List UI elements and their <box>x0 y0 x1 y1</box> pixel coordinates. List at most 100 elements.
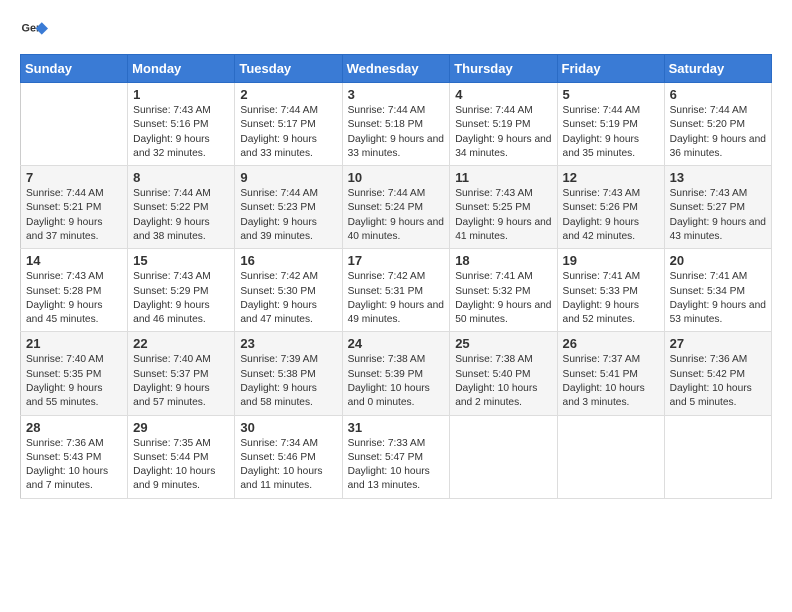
cell-content: Sunrise: 7:38 AMSunset: 5:40 PMDaylight:… <box>455 353 551 410</box>
cell-content: Sunrise: 7:33 AMSunset: 5:47 PMDaylight:… <box>348 437 445 494</box>
day-number: 7 <box>26 170 122 185</box>
day-number: 4 <box>455 87 551 102</box>
calendar-cell: 18 Sunrise: 7:41 AMSunset: 5:32 PMDayligh… <box>450 249 557 332</box>
calendar-cell: 16 Sunrise: 7:42 AMSunset: 5:30 PMDayligh… <box>235 249 342 332</box>
calendar-week-row: 1 Sunrise: 7:43 AMSunset: 5:16 PMDaylight… <box>21 83 772 166</box>
cell-content: Sunrise: 7:44 AMSunset: 5:19 PMDaylight:… <box>455 104 551 161</box>
calendar-cell: 31Sunrise: 7:33 AMSunset: 5:47 PMDayligh… <box>342 415 450 498</box>
calendar-cell <box>450 415 557 498</box>
cell-content: Sunrise: 7:35 AMSunset: 5:44 PMDaylight:… <box>133 437 229 494</box>
day-number: 10 <box>348 170 445 185</box>
day-number: 15 <box>133 253 229 268</box>
calendar-cell: 9 Sunrise: 7:44 AMSunset: 5:23 PMDaylight… <box>235 166 342 249</box>
day-number: 2 <box>240 87 336 102</box>
logo-icon: Gen <box>20 16 48 44</box>
day-number: 24 <box>348 336 445 351</box>
day-number: 25 <box>455 336 551 351</box>
day-number: 30 <box>240 420 336 435</box>
cell-content: Sunrise: 7:41 AMSunset: 5:33 PMDaylight:… <box>563 270 659 327</box>
calendar-cell: 19 Sunrise: 7:41 AMSunset: 5:33 PMDayligh… <box>557 249 664 332</box>
cell-content: Sunrise: 7:36 AMSunset: 5:43 PMDaylight:… <box>26 437 122 494</box>
calendar-cell: 7 Sunrise: 7:44 AMSunset: 5:21 PMDaylight… <box>21 166 128 249</box>
calendar-cell: 27 Sunrise: 7:36 AMSunset: 5:42 PMDayligh… <box>664 332 771 415</box>
calendar-cell: 3 Sunrise: 7:44 AMSunset: 5:18 PMDaylight… <box>342 83 450 166</box>
day-number: 17 <box>348 253 445 268</box>
col-header-monday: Monday <box>128 55 235 83</box>
cell-content: Sunrise: 7:37 AMSunset: 5:41 PMDaylight:… <box>563 353 659 410</box>
cell-content: Sunrise: 7:44 AMSunset: 5:21 PMDaylight:… <box>26 187 122 244</box>
logo: Gen <box>20 16 52 44</box>
calendar-cell: 15 Sunrise: 7:43 AMSunset: 5:29 PMDayligh… <box>128 249 235 332</box>
cell-content: Sunrise: 7:44 AMSunset: 5:20 PMDaylight:… <box>670 104 766 161</box>
day-number: 22 <box>133 336 229 351</box>
day-number: 23 <box>240 336 336 351</box>
day-number: 9 <box>240 170 336 185</box>
calendar-cell <box>21 83 128 166</box>
day-number: 20 <box>670 253 766 268</box>
calendar-cell: 1 Sunrise: 7:43 AMSunset: 5:16 PMDaylight… <box>128 83 235 166</box>
cell-content: Sunrise: 7:43 AMSunset: 5:27 PMDaylight:… <box>670 187 766 244</box>
col-header-tuesday: Tuesday <box>235 55 342 83</box>
day-number: 12 <box>563 170 659 185</box>
day-number: 13 <box>670 170 766 185</box>
day-number: 1 <box>133 87 229 102</box>
calendar-cell: 11 Sunrise: 7:43 AMSunset: 5:25 PMDayligh… <box>450 166 557 249</box>
cell-content: Sunrise: 7:44 AMSunset: 5:23 PMDaylight:… <box>240 187 336 244</box>
day-number: 3 <box>348 87 445 102</box>
calendar-week-row: 14 Sunrise: 7:43 AMSunset: 5:28 PMDayligh… <box>21 249 772 332</box>
cell-content: Sunrise: 7:44 AMSunset: 5:24 PMDaylight:… <box>348 187 445 244</box>
day-number: 19 <box>563 253 659 268</box>
cell-content: Sunrise: 7:40 AMSunset: 5:37 PMDaylight:… <box>133 353 229 410</box>
calendar-cell: 20 Sunrise: 7:41 AMSunset: 5:34 PMDayligh… <box>664 249 771 332</box>
page-header: Gen <box>20 16 772 44</box>
calendar-cell: 6 Sunrise: 7:44 AMSunset: 5:20 PMDaylight… <box>664 83 771 166</box>
day-number: 26 <box>563 336 659 351</box>
day-number: 11 <box>455 170 551 185</box>
calendar-cell: 17Sunrise: 7:42 AMSunset: 5:31 PMDayligh… <box>342 249 450 332</box>
calendar-cell: 14 Sunrise: 7:43 AMSunset: 5:28 PMDayligh… <box>21 249 128 332</box>
calendar-cell: 29 Sunrise: 7:35 AMSunset: 5:44 PMDayligh… <box>128 415 235 498</box>
cell-content: Sunrise: 7:41 AMSunset: 5:34 PMDaylight:… <box>670 270 766 327</box>
cell-content: Sunrise: 7:39 AMSunset: 5:38 PMDaylight:… <box>240 353 336 410</box>
calendar-week-row: 7 Sunrise: 7:44 AMSunset: 5:21 PMDaylight… <box>21 166 772 249</box>
calendar-cell: 8 Sunrise: 7:44 AMSunset: 5:22 PMDaylight… <box>128 166 235 249</box>
day-number: 16 <box>240 253 336 268</box>
cell-content: Sunrise: 7:36 AMSunset: 5:42 PMDaylight:… <box>670 353 766 410</box>
day-number: 28 <box>26 420 122 435</box>
calendar-header-row: SundayMondayTuesdayWednesdayThursdayFrid… <box>21 55 772 83</box>
cell-content: Sunrise: 7:43 AMSunset: 5:26 PMDaylight:… <box>563 187 659 244</box>
day-number: 18 <box>455 253 551 268</box>
cell-content: Sunrise: 7:43 AMSunset: 5:16 PMDaylight:… <box>133 104 229 161</box>
cell-content: Sunrise: 7:43 AMSunset: 5:29 PMDaylight:… <box>133 270 229 327</box>
day-number: 6 <box>670 87 766 102</box>
cell-content: Sunrise: 7:43 AMSunset: 5:28 PMDaylight:… <box>26 270 122 327</box>
day-number: 21 <box>26 336 122 351</box>
calendar-week-row: 21Sunrise: 7:40 AMSunset: 5:35 PMDayligh… <box>21 332 772 415</box>
day-number: 29 <box>133 420 229 435</box>
cell-content: Sunrise: 7:44 AMSunset: 5:19 PMDaylight:… <box>563 104 659 161</box>
calendar-cell: 13 Sunrise: 7:43 AMSunset: 5:27 PMDayligh… <box>664 166 771 249</box>
cell-content: Sunrise: 7:44 AMSunset: 5:22 PMDaylight:… <box>133 187 229 244</box>
calendar-week-row: 28 Sunrise: 7:36 AMSunset: 5:43 PMDayligh… <box>21 415 772 498</box>
calendar-cell: 4 Sunrise: 7:44 AMSunset: 5:19 PMDaylight… <box>450 83 557 166</box>
calendar-cell: 12 Sunrise: 7:43 AMSunset: 5:26 PMDayligh… <box>557 166 664 249</box>
cell-content: Sunrise: 7:42 AMSunset: 5:30 PMDaylight:… <box>240 270 336 327</box>
cell-content: Sunrise: 7:43 AMSunset: 5:25 PMDaylight:… <box>455 187 551 244</box>
day-number: 8 <box>133 170 229 185</box>
calendar-cell: 24 Sunrise: 7:38 AMSunset: 5:39 PMDayligh… <box>342 332 450 415</box>
day-number: 14 <box>26 253 122 268</box>
calendar-cell: 25 Sunrise: 7:38 AMSunset: 5:40 PMDayligh… <box>450 332 557 415</box>
col-header-friday: Friday <box>557 55 664 83</box>
calendar-cell: 2Sunrise: 7:44 AMSunset: 5:17 PMDaylight… <box>235 83 342 166</box>
day-number: 27 <box>670 336 766 351</box>
col-header-thursday: Thursday <box>450 55 557 83</box>
cell-content: Sunrise: 7:41 AMSunset: 5:32 PMDaylight:… <box>455 270 551 327</box>
cell-content: Sunrise: 7:38 AMSunset: 5:39 PMDaylight:… <box>348 353 445 410</box>
calendar-cell: 23 Sunrise: 7:39 AMSunset: 5:38 PMDayligh… <box>235 332 342 415</box>
calendar-cell: 26 Sunrise: 7:37 AMSunset: 5:41 PMDayligh… <box>557 332 664 415</box>
calendar-cell: 22 Sunrise: 7:40 AMSunset: 5:37 PMDayligh… <box>128 332 235 415</box>
calendar-cell: 28 Sunrise: 7:36 AMSunset: 5:43 PMDayligh… <box>21 415 128 498</box>
col-header-sunday: Sunday <box>21 55 128 83</box>
calendar-cell: 21Sunrise: 7:40 AMSunset: 5:35 PMDayligh… <box>21 332 128 415</box>
cell-content: Sunrise: 7:44 AMSunset: 5:18 PMDaylight:… <box>348 104 445 161</box>
